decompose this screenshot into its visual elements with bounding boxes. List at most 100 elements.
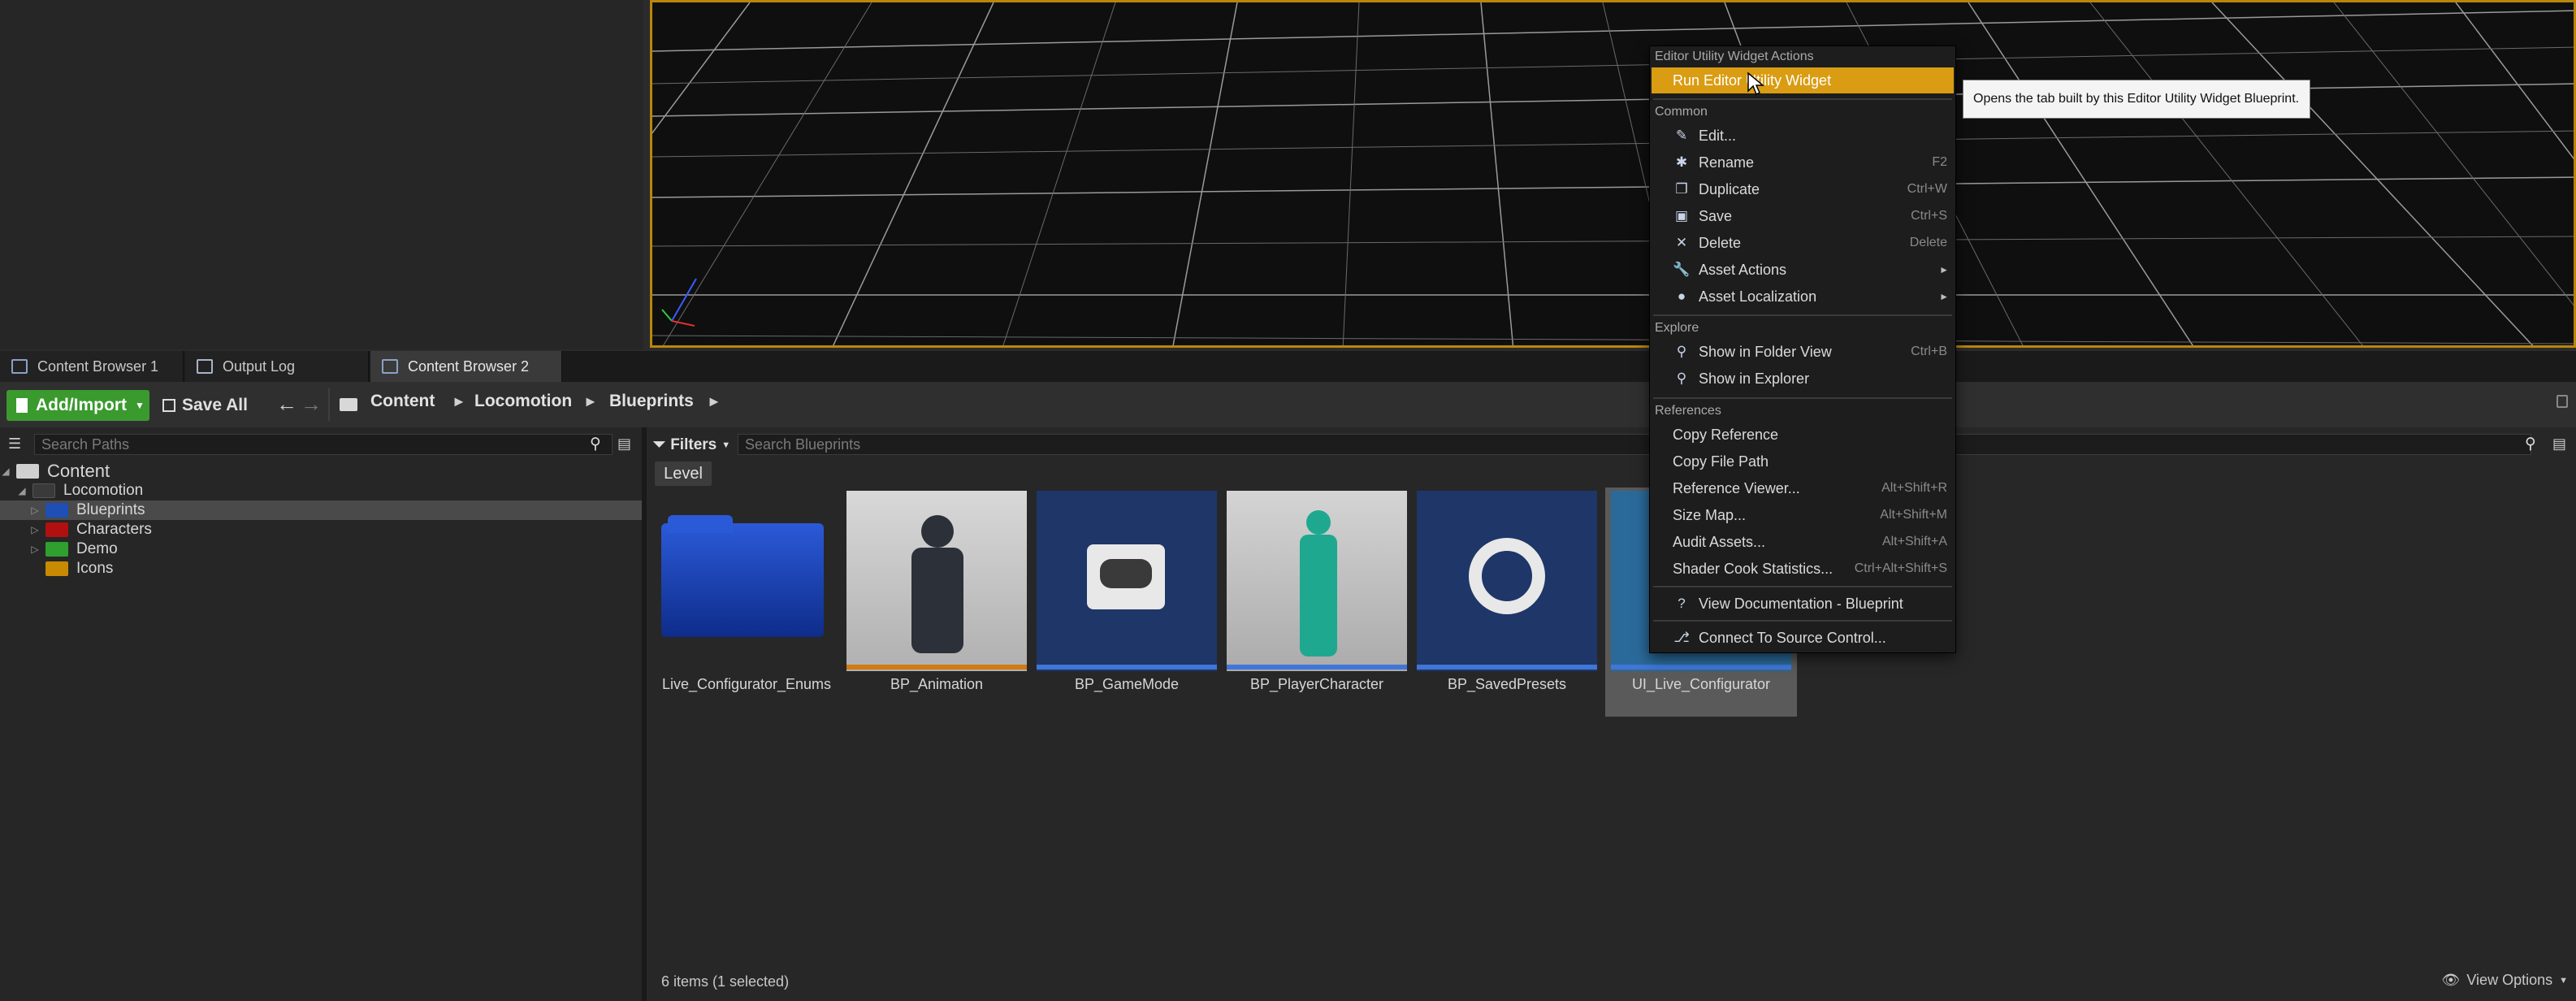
search-icon: ⚲ <box>2525 436 2536 453</box>
eye-icon: 👁 <box>2441 972 2461 988</box>
tree-item-locomotion[interactable]: ◢ Locomotion <box>0 481 143 500</box>
character-thumbnail <box>1227 491 1407 671</box>
submenu-arrow-icon: ► <box>1939 264 1949 275</box>
menu-item-label: Reference Viewer... <box>1673 479 1800 496</box>
tab-label: Content Browser 1 <box>37 358 159 375</box>
path-view-options-icon[interactable]: ▤ <box>617 436 631 453</box>
level-viewport[interactable] <box>650 0 2576 348</box>
asset-type-bar <box>1037 665 1217 670</box>
tree-item-icons[interactable]: Icons <box>0 559 113 578</box>
duplicate-icon: ❐ <box>1675 181 1688 197</box>
back-arrow-icon[interactable]: ← <box>276 392 297 417</box>
item-count-status: 6 items (1 selected) <box>661 973 790 990</box>
level-filter-chip[interactable]: Level <box>655 462 712 486</box>
breadcrumb-separator-icon[interactable]: ► <box>583 393 598 410</box>
menu-item-show-in-folder-view[interactable]: ⚲ Show in Folder View Ctrl+B <box>1652 339 1954 365</box>
asset-name: BP_SavedPresets <box>1447 676 1567 692</box>
tree-item-characters[interactable]: ▷ Characters <box>0 520 152 540</box>
asset-name: UI_Live_Configurator <box>1631 676 1771 692</box>
menu-item-shader-cook-statistics[interactable]: Shader Cook Statistics... Ctrl+Alt+Shift… <box>1652 556 1954 582</box>
folder-icon <box>45 522 68 537</box>
shortcut-label: F2 <box>1932 155 1947 169</box>
menu-item-label: Copy File Path <box>1673 453 1769 470</box>
menu-item-asset-actions[interactable]: 🔧 Asset Actions ► <box>1652 257 1954 283</box>
expand-arrow-icon[interactable]: ◢ <box>0 466 11 477</box>
menu-item-run-editor-utility-widget[interactable]: Run Editor Utility Widget <box>1652 67 1954 93</box>
tree-item-demo[interactable]: ▷ Demo <box>0 540 117 559</box>
filters-button[interactable]: ⏷ Filters ▼ <box>653 434 730 457</box>
menu-item-reference-viewer[interactable]: Reference Viewer... Alt+Shift+R <box>1652 475 1954 501</box>
lock-icon[interactable] <box>2557 395 2568 408</box>
folder-icon <box>16 464 39 479</box>
shortcut-label: Ctrl+S <box>1911 209 1947 223</box>
folder-icon <box>45 542 68 557</box>
view-options-button[interactable]: 👁 View Options ▼ <box>2442 972 2568 989</box>
save-all-button[interactable]: Save All <box>162 390 248 421</box>
tab-content-browser-2[interactable]: Content Browser 2 <box>370 351 562 382</box>
asset-type-bar <box>1611 665 1791 670</box>
shortcut-label: Alt+Shift+A <box>1881 535 1947 548</box>
menu-item-rename[interactable]: ✱ Rename F2 <box>1652 150 1954 176</box>
menu-item-label: Connect To Source Control... <box>1699 629 1886 646</box>
menu-separator <box>1653 586 1952 587</box>
view-options-label: View Options <box>2466 972 2553 988</box>
menu-item-delete[interactable]: ✕ Delete Delete <box>1652 230 1954 256</box>
menu-item-connect-source-control[interactable]: ⎇ Connect To Source Control... <box>1652 625 1954 651</box>
gamemode-thumbnail <box>1037 491 1217 671</box>
submenu-arrow-icon: ► <box>1939 291 1949 302</box>
rename-icon: ✱ <box>1675 154 1688 170</box>
mouse-cursor-icon <box>1747 72 1764 96</box>
breadcrumb-locomotion[interactable]: Locomotion <box>474 392 572 411</box>
asset-tile-bp-gamemode[interactable]: BP_GameMode <box>1037 491 1217 704</box>
filters-label: Filters <box>670 436 717 453</box>
tree-item-blueprints[interactable]: ▷ Blueprints <box>0 500 669 520</box>
expand-arrow-icon[interactable]: ◢ <box>16 485 28 496</box>
menu-separator <box>1653 397 1952 399</box>
menu-item-copy-file-path[interactable]: Copy File Path <box>1652 448 1954 474</box>
menu-item-label: View Documentation - Blueprint <box>1699 595 1903 612</box>
menu-item-view-documentation[interactable]: ? View Documentation - Blueprint <box>1652 591 1954 617</box>
search-paths-input[interactable]: Search Paths <box>34 434 613 455</box>
menu-separator <box>1653 620 1952 622</box>
menu-item-asset-localization[interactable]: ● Asset Localization ► <box>1652 284 1954 310</box>
asset-tile-bp-playercharacter[interactable]: BP_PlayerCharacter <box>1227 491 1407 704</box>
section-header-utility: Editor Utility Widget Actions <box>1655 50 1814 63</box>
menu-item-show-in-explorer[interactable]: ⚲ Show in Explorer <box>1652 366 1954 392</box>
magnifier-icon: ⚲ <box>1676 344 1687 359</box>
menu-item-size-map[interactable]: Size Map... Alt+Shift+M <box>1652 502 1954 528</box>
breadcrumb-separator-icon[interactable]: ► <box>452 393 466 410</box>
asset-type-bar <box>1227 665 1407 670</box>
tab-content-browser-1[interactable]: Content Browser 1 <box>0 351 184 382</box>
menu-item-copy-reference[interactable]: Copy Reference <box>1652 422 1954 448</box>
forward-arrow-icon[interactable]: → <box>301 392 322 417</box>
breadcrumb-content[interactable]: Content <box>370 392 435 411</box>
add-import-button[interactable]: Add/Import ▼ <box>6 390 149 421</box>
chevron-down-icon: ▼ <box>2559 975 2568 986</box>
tab-output-log[interactable]: Output Log <box>185 351 369 382</box>
menu-item-save[interactable]: ▣ Save Ctrl+S <box>1652 203 1954 229</box>
tree-item-label: Locomotion <box>63 482 144 499</box>
breadcrumb-blueprints[interactable]: Blueprints <box>609 392 694 411</box>
toggle-sources-icon[interactable]: ☰ <box>8 436 21 453</box>
wrench-icon: 🔧 <box>1673 262 1691 277</box>
menu-item-label: Run Editor Utility Widget <box>1673 72 1832 89</box>
expand-arrow-icon[interactable]: ▷ <box>29 505 41 516</box>
tab-bar: Content Browser 1 Output Log Content Bro… <box>0 351 2576 382</box>
menu-item-edit[interactable]: ✎ Edit... <box>1652 123 1954 149</box>
asset-tile-bp-savedpresets[interactable]: BP_SavedPresets <box>1417 491 1597 704</box>
expand-arrow-icon[interactable]: ▷ <box>29 524 41 535</box>
search-icon: ⚲ <box>590 436 601 453</box>
tree-item-content[interactable]: ◢ Content <box>0 461 110 481</box>
path-tree-panel: ☰ Search Paths ⚲ ▤ ◢ Content ◢ Locomotio… <box>0 427 669 1001</box>
breadcrumb-separator-icon[interactable]: ► <box>707 393 721 410</box>
asset-type-bar <box>846 665 1027 670</box>
asset-tile-live-configurator-enums[interactable]: Live_Configurator_Enums <box>656 491 837 704</box>
menu-item-label: Audit Assets... <box>1673 533 1766 550</box>
menu-item-audit-assets[interactable]: Audit Assets... Alt+Shift+A <box>1652 529 1954 555</box>
expand-arrow-icon[interactable]: ▷ <box>29 544 41 555</box>
chevron-down-icon: ▼ <box>721 440 731 450</box>
menu-item-duplicate[interactable]: ❐ Duplicate Ctrl+W <box>1652 176 1954 202</box>
asset-tile-bp-animation[interactable]: BP_Animation <box>846 491 1027 704</box>
search-blueprints-input[interactable]: Search Blueprints <box>738 434 2531 455</box>
save-search-icon[interactable]: ▤ <box>2552 436 2566 453</box>
